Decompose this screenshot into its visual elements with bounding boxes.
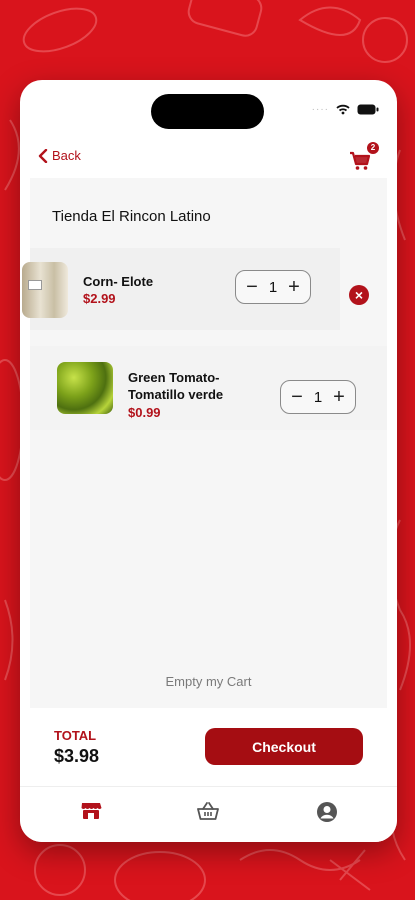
tab-store[interactable] xyxy=(80,801,104,825)
item-name-line2: Tomatillo verde xyxy=(128,387,224,402)
item-price: $2.99 xyxy=(83,291,116,306)
remove-item-button[interactable]: × xyxy=(349,285,369,305)
cart-button[interactable]: 2 xyxy=(349,142,379,172)
store-name: Tienda El Rincon Latino xyxy=(52,208,211,225)
top-navigation: Back 2 xyxy=(20,142,397,178)
quantity-value: 1 xyxy=(268,278,278,296)
dynamic-island xyxy=(151,94,264,129)
item-name-line1: Green Tomato- xyxy=(128,370,220,385)
battery-icon xyxy=(357,104,379,115)
quantity-value: 1 xyxy=(313,388,323,406)
store-icon xyxy=(81,803,102,819)
cart-count-badge: 2 xyxy=(367,142,379,154)
product-image-corn xyxy=(22,262,68,318)
item-name: Corn- Elote xyxy=(83,274,154,289)
item-name: Green Tomato- Tomatillo verde xyxy=(128,369,223,403)
basket-icon xyxy=(197,802,219,820)
quantity-stepper: − 1 + xyxy=(280,380,356,414)
phone-frame: ···· Back 2 Tienda El Rincon Latino Corn… xyxy=(20,80,397,842)
increase-quantity-button[interactable]: + xyxy=(286,277,302,297)
account-icon xyxy=(317,802,337,822)
back-button[interactable]: Back xyxy=(38,148,81,163)
total-label: TOTAL xyxy=(54,728,97,743)
cart-summary: TOTAL $3.98 Checkout xyxy=(20,708,397,786)
signal-icon: ···· xyxy=(311,104,329,115)
tab-account[interactable] xyxy=(316,801,340,825)
quantity-stepper: − 1 + xyxy=(235,270,311,304)
checkout-button[interactable]: Checkout xyxy=(205,728,363,765)
increase-quantity-button[interactable]: + xyxy=(331,387,347,407)
decrease-quantity-button[interactable]: − xyxy=(244,277,260,297)
cart-content: Tienda El Rincon Latino Corn- Elote $2.9… xyxy=(22,178,387,708)
cart-item: Green Tomato- Tomatillo verde $0.99 − 1 … xyxy=(30,346,387,430)
tab-bar xyxy=(20,786,397,842)
status-bar: ···· xyxy=(20,80,397,130)
tab-basket[interactable] xyxy=(197,801,221,825)
total-value: $3.98 xyxy=(54,746,100,766)
item-price: $0.99 xyxy=(128,405,161,420)
cart-icon xyxy=(350,151,371,170)
product-image-tomatillo xyxy=(57,362,113,414)
back-label: Back xyxy=(52,148,81,163)
status-icons: ···· xyxy=(312,104,379,115)
chevron-left-icon xyxy=(38,148,48,163)
empty-cart-button[interactable]: Empty my Cart xyxy=(30,674,387,689)
decrease-quantity-button[interactable]: − xyxy=(289,387,305,407)
wifi-icon xyxy=(336,104,350,115)
cart-item: Corn- Elote $2.99 − 1 + xyxy=(22,248,340,330)
